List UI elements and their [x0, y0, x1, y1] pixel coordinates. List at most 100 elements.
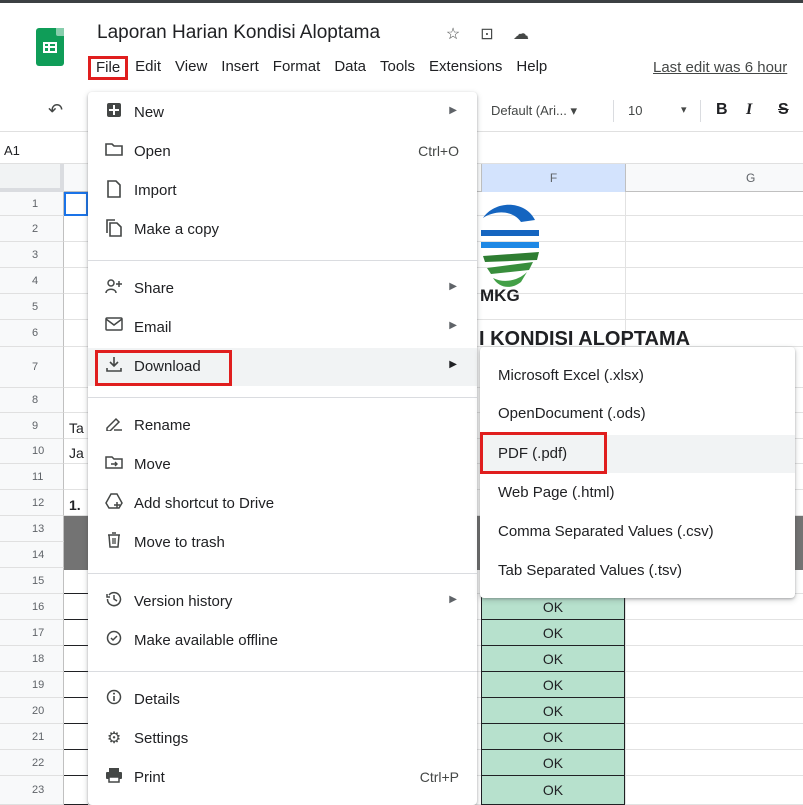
strikethrough-button[interactable]: S [778, 101, 789, 119]
download-csv[interactable]: Comma Separated Values (.csv) [480, 513, 795, 551]
row-header[interactable]: 5 [0, 294, 64, 320]
menu-item-label: Download [134, 358, 201, 375]
submenu-item-label: Microsoft Excel (.xlsx) [498, 367, 644, 384]
menu-view[interactable]: View [168, 56, 214, 80]
download-submenu: Microsoft Excel (.xlsx) OpenDocument (.o… [480, 347, 795, 598]
menu-item-make-a-copy[interactable]: Make a copy [88, 211, 477, 249]
last-edit-link[interactable]: Last edit was 6 hour [653, 59, 787, 76]
row-header[interactable]: 22 [0, 750, 64, 776]
row-header[interactable]: 19 [0, 672, 64, 698]
cell-a9[interactable]: Ta [69, 420, 84, 436]
window-top-border [0, 0, 803, 3]
column-header-f[interactable]: F [481, 164, 625, 192]
column-header-g[interactable]: G [625, 164, 803, 192]
menu-item-email[interactable]: Email ▶ [88, 309, 477, 347]
menu-item-move-to-trash[interactable]: Move to trash [88, 524, 477, 562]
menu-tools[interactable]: Tools [373, 56, 422, 80]
menu-item-make-available-offline[interactable]: Make available offline [88, 622, 477, 660]
status-cell-ok[interactable]: OK [481, 646, 625, 672]
undo-icon[interactable]: ↶ [48, 100, 63, 121]
rename-icon [104, 415, 124, 436]
font-size-input[interactable]: 10 [628, 103, 642, 118]
row-header[interactable]: 3 [0, 242, 64, 268]
row-header[interactable]: 18 [0, 646, 64, 672]
menu-format[interactable]: Format [266, 56, 328, 80]
menu-separator [88, 397, 477, 398]
chevron-down-icon[interactable]: ▾ [681, 103, 687, 116]
cell-a10[interactable]: Ja [69, 445, 84, 461]
download-tsv[interactable]: Tab Separated Values (.tsv) [480, 552, 795, 590]
cell-a12[interactable]: 1. [69, 497, 81, 513]
download-ods[interactable]: OpenDocument (.ods) [480, 395, 795, 433]
download-xlsx[interactable]: Microsoft Excel (.xlsx) [480, 357, 795, 395]
font-family-select[interactable]: Default (Ari... ▾ [491, 103, 577, 119]
select-all-corner[interactable] [0, 164, 64, 192]
menu-item-label: Move to trash [134, 534, 225, 551]
status-cell-ok[interactable]: OK [481, 750, 625, 776]
drive-shortcut-icon [104, 493, 124, 514]
italic-button[interactable]: I [746, 101, 752, 119]
status-cell-ok[interactable]: OK [481, 776, 625, 805]
menu-item-move[interactable]: Move [88, 446, 477, 484]
row-header[interactable]: 6 [0, 320, 64, 347]
menu-item-version-history[interactable]: Version history ▶ [88, 583, 477, 621]
row-header[interactable]: 20 [0, 698, 64, 724]
row-header[interactable]: 15 [0, 568, 64, 594]
row-header[interactable]: 1 [0, 192, 64, 216]
toolbar-divider [613, 100, 614, 122]
row-header[interactable]: 21 [0, 724, 64, 750]
sheets-logo-icon[interactable] [36, 28, 64, 66]
row-header[interactable]: 17 [0, 620, 64, 646]
selected-cell-a1[interactable] [64, 192, 88, 216]
menu-file[interactable]: File [88, 56, 129, 80]
row-header[interactable]: 9 [0, 413, 64, 439]
submenu-arrow-icon: ▶ [449, 320, 457, 331]
menu-item-open[interactable]: Open Ctrl+O [88, 133, 477, 171]
status-cell-ok[interactable]: OK [481, 724, 625, 750]
row-header[interactable]: 7 [0, 347, 64, 388]
folder-open-icon [104, 141, 124, 162]
menu-item-rename[interactable]: Rename [88, 407, 477, 445]
menu-item-new[interactable]: New ▶ [88, 94, 477, 132]
move-icon [104, 454, 124, 475]
row-header[interactable]: 11 [0, 464, 64, 490]
cell-border [64, 749, 88, 750]
row-header[interactable]: 13 [0, 516, 64, 542]
menu-item-settings[interactable]: ⚙ Settings [88, 720, 477, 758]
name-box[interactable]: A1 [4, 143, 20, 158]
bold-button[interactable]: B [716, 101, 728, 119]
menu-item-share[interactable]: Share ▶ [88, 270, 477, 308]
menu-data[interactable]: Data [327, 56, 373, 80]
status-cell-ok[interactable]: OK [481, 698, 625, 724]
menu-extensions[interactable]: Extensions [422, 56, 509, 80]
menu-item-label: Rename [134, 417, 191, 434]
row-header[interactable]: 23 [0, 776, 64, 805]
menu-item-details[interactable]: Details [88, 681, 477, 719]
row-header[interactable]: 4 [0, 268, 64, 294]
row-header[interactable]: 16 [0, 594, 64, 620]
download-pdf[interactable]: PDF (.pdf) [480, 432, 795, 474]
cell-border [64, 671, 88, 672]
star-icon[interactable]: ☆ [444, 24, 462, 44]
row-header[interactable]: 10 [0, 439, 64, 464]
menu-item-add-shortcut[interactable]: Add shortcut to Drive [88, 485, 477, 523]
status-cell-ok[interactable]: OK [481, 672, 625, 698]
menu-help[interactable]: Help [509, 56, 554, 80]
cloud-status-icon[interactable]: ☁ [512, 24, 530, 44]
cell-border [64, 645, 88, 646]
menu-item-import[interactable]: Import [88, 172, 477, 210]
copy-icon [104, 219, 124, 242]
menu-item-print[interactable]: Print Ctrl+P [88, 759, 477, 797]
menu-item-label: Details [134, 691, 180, 708]
row-header[interactable]: 12 [0, 490, 64, 516]
row-header[interactable]: 14 [0, 542, 64, 568]
move-to-folder-icon[interactable]: ⊡ [478, 24, 496, 44]
row-header[interactable]: 8 [0, 388, 64, 413]
status-cell-ok[interactable]: OK [481, 620, 625, 646]
download-html[interactable]: Web Page (.html) [480, 474, 795, 512]
menu-item-download[interactable]: Download ▶ [88, 348, 477, 386]
menu-edit[interactable]: Edit [128, 56, 168, 80]
menu-insert[interactable]: Insert [214, 56, 266, 80]
row-header[interactable]: 2 [0, 216, 64, 242]
document-title[interactable]: Laporan Harian Kondisi Aloptama [97, 22, 380, 44]
